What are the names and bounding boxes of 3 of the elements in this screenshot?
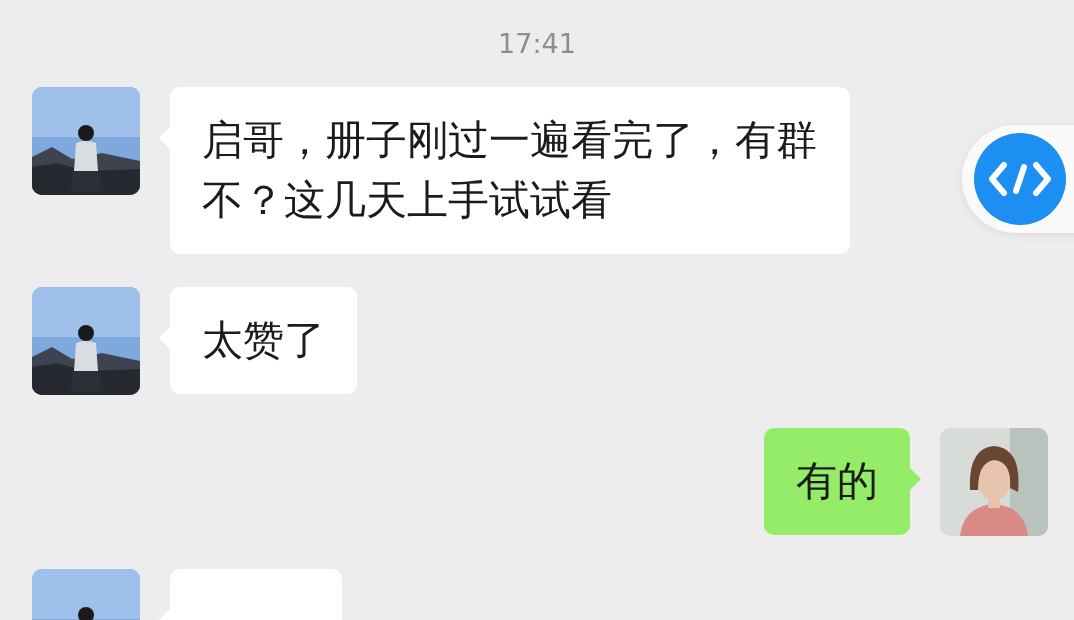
floating-button[interactable] xyxy=(962,125,1074,233)
code-icon xyxy=(972,131,1068,227)
timestamp: 17:41 xyxy=(498,28,576,59)
